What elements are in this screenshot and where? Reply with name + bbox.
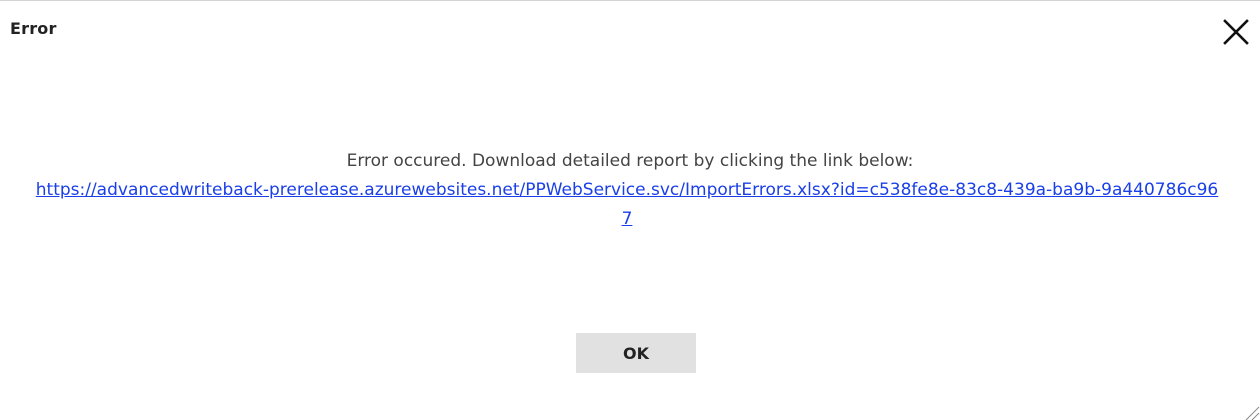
close-icon [1223,19,1249,45]
ok-button[interactable]: OK [576,333,696,373]
dialog-title: Error [10,19,57,38]
error-dialog: Error Error occured. Download detailed r… [0,0,1260,420]
close-button[interactable] [1221,15,1253,47]
message-area: Error occured. Download detailed report … [36,147,1220,234]
error-message: Error occured. Download detailed report … [346,151,914,171]
resize-grip-icon [1245,406,1260,420]
report-download-link[interactable]: https://advancedwriteback-prerelease.azu… [32,176,1222,234]
resize-handle[interactable] [1240,401,1260,420]
